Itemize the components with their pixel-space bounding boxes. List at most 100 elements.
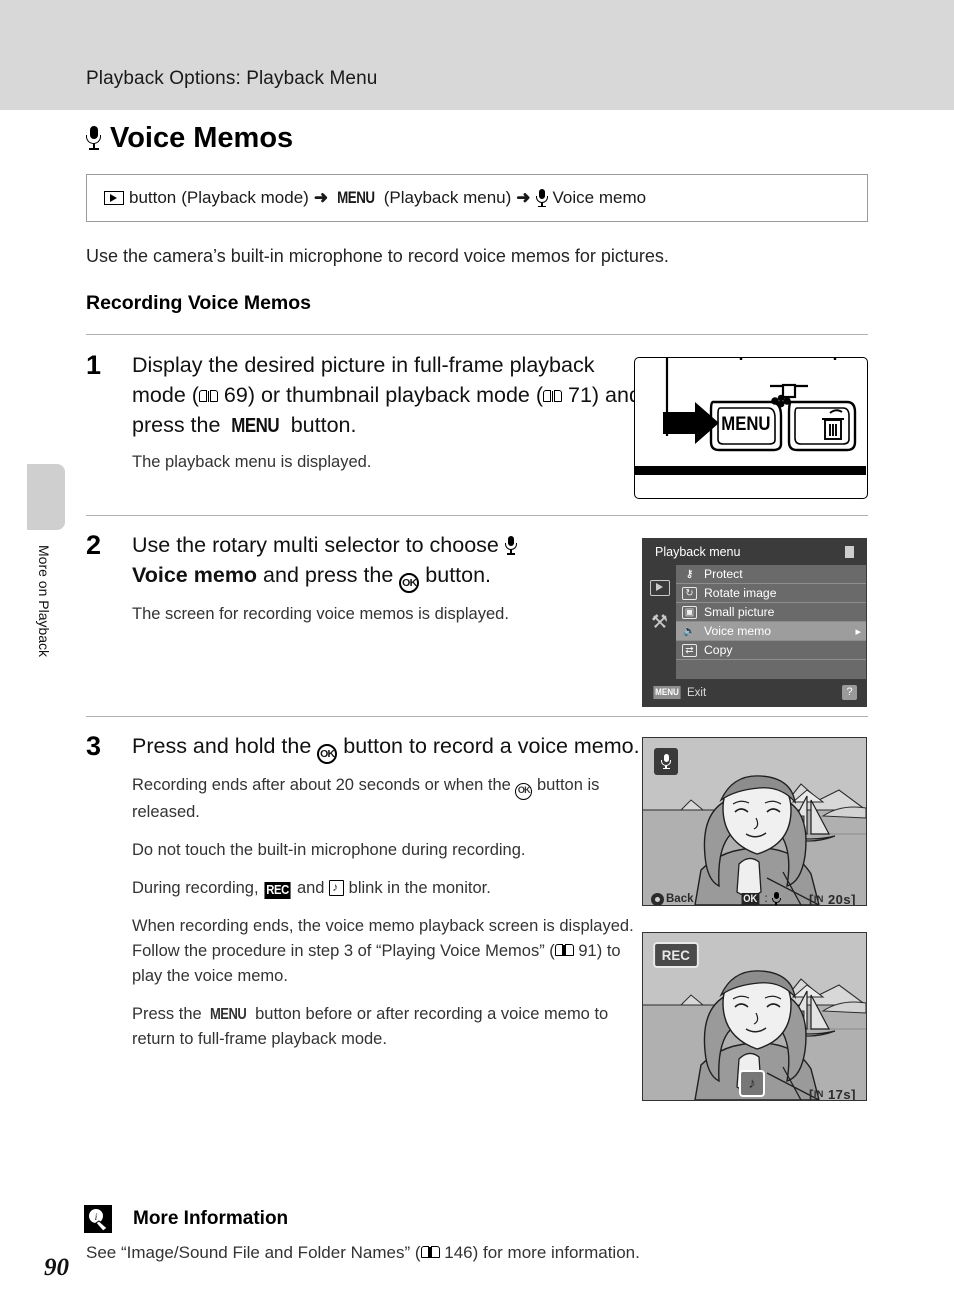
ok-button-icon-step2: OK [399,573,420,593]
right-arrow-icon-2: ➜ [516,188,531,207]
step-3-note-5: Press the MENU button before or after re… [132,1002,647,1052]
more-information-text-b: ) for more information. [472,1243,640,1262]
lcd-time-remaining-1: [IN 20s] [808,891,856,906]
step-3-note-2: Do not touch the built-in microphone dur… [132,841,526,859]
step-2-note: The screen for recording voice memos is … [132,605,509,623]
step-1-number: 1 [86,350,102,380]
page-title: Voice Memos [86,122,293,155]
microphone-icon-lcd [661,753,671,770]
figure-camera-back: MENU [634,357,868,499]
step-1-page-ref-1: 69 [223,383,248,407]
microphone-icon [86,126,101,151]
figure-lcd-recording: REC ♪ [IN 17s] [642,932,867,1101]
menu-item-small-picture[interactable]: ▣ Small picture [676,603,866,622]
step-3-note-1-a: Recording ends after about 20 seconds or… [132,776,516,794]
chapter-side-tab-label: More on Playback [36,545,52,658]
page-ref-book-icon [198,389,218,404]
menu-item-voice-memo-label: Voice memo [704,624,772,638]
more-information-title: More Information [133,1208,289,1229]
figure-menu-footer: MENU Exit ? [643,679,866,706]
step-3-note-3: During recording, REC and blink in the m… [132,876,647,901]
svg-text:MENU: MENU [721,413,770,434]
figure-menu-titlebar: Playback menu [643,539,866,565]
step-1-title: Display the desired picture in full-fram… [132,350,647,441]
microphone-icon-menu: 🔈 [683,625,696,637]
step-2-title: Use the rotary multi selector to choose … [132,530,647,593]
menu-button-icon-step1: MENU [231,414,280,437]
lcd-back-control[interactable]: Back [651,892,694,905]
divider-above-step-2 [86,515,868,516]
figure-playback-menu: Playback menu ⚒ ⚷ Protect ↻ Rotate image… [642,538,867,707]
menu-item-voice-memo[interactable]: 🔈 Voice memo ▸ [676,622,866,641]
ok-badge-icon: OK [741,893,759,905]
figure-menu-title: Playback menu [655,545,741,559]
lcd-note-badge: ♪ [739,1070,765,1097]
step-1-text-b: ) or thumbnail playback mode ( [247,383,543,407]
menu-item-copy-label: Copy [704,643,733,657]
step-1-page-ref-2: 71 [567,383,592,407]
page-title-text: Voice Memos [110,122,294,154]
menu-button-icon-note5: MENU [210,1006,247,1023]
menu-item-empty [676,660,866,679]
more-information-text: See “Image/Sound File and Folder Names” … [86,1243,846,1263]
battery-icon [845,546,854,558]
step-3-note-3-a: During recording, [132,879,264,897]
step-3-note-4: When recording ends, the voice memo play… [132,914,647,989]
more-information-page-ref: 146 [444,1243,473,1262]
help-icon[interactable]: ? [842,685,857,700]
path-playback-menu: (Playback menu) [383,188,512,207]
rotate-icon: ↻ [682,586,697,600]
lcd-time-prefix-1: IN [813,893,824,904]
lcd-ok-control[interactable]: OK : [740,892,781,905]
step-3-note-3-b: and [292,879,330,897]
menu-item-rotate-label: Rotate image [704,586,777,600]
menu-item-small-picture-label: Small picture [704,605,775,619]
path-button-word: button [129,188,177,207]
step-1-note: The playback menu is displayed. [132,453,372,471]
navigation-path-box: button (Playback mode) ➜ MENU (Playback … [86,174,868,222]
page-ref-book-icon-2 [543,389,562,404]
step-2-bold-term: Voice memo [132,563,258,587]
menu-item-rotate-image[interactable]: ↻ Rotate image [676,584,866,603]
chapter-side-tab [27,464,65,530]
microphone-icon-step2 [504,536,517,555]
figure-menu-list: ⚷ Protect ↻ Rotate image ▣ Small picture… [676,565,866,679]
key-icon: ⚷ [685,568,694,580]
step-3-note-5-a: Press the [132,1005,207,1023]
menu-item-protect-label: Protect [704,567,743,581]
small-picture-icon: ▣ [682,605,697,619]
menu-item-protect[interactable]: ⚷ Protect [676,565,866,584]
step-2-text-a: Use the rotary multi selector to choose [132,533,505,557]
divider-above-step-1 [86,334,868,335]
figure-menu-tab-setup[interactable]: ⚒ [643,605,676,639]
figure-menu-exit-label: Exit [686,686,707,699]
step-3-note-3-c: blink in the monitor. [344,879,491,897]
microphone-icon-lcd-ok [771,892,781,905]
ok-button-icon-step3: OK [317,744,338,764]
lcd-time-label-2: 17s [827,1086,852,1101]
step-3-number: 3 [86,731,102,761]
figure-menu-tab-playback[interactable] [643,571,676,605]
section-subheading: Recording Voice Memos [86,292,312,314]
intro-paragraph: Use the camera’s built-in microphone to … [86,246,669,266]
path-voice-memo: Voice memo [552,188,647,207]
lcd-back-label: Back [666,893,694,905]
figure-lcd-record-ready: Back OK : [IN 20s] [642,737,867,906]
menu-badge-icon: MENU [653,686,681,699]
step-2-text-c: button. [419,563,492,587]
lcd-time-prefix-2: IN [813,1088,824,1099]
rec-badge-icon: REC [264,882,291,899]
path-playback-mode: (Playback mode) [181,188,309,207]
playback-tab-icon [649,580,670,596]
step-2-number: 2 [86,530,102,560]
microphone-icon-path [535,188,548,208]
page-ref-book-icon-4 [420,1245,440,1260]
copy-icon: ⇄ [682,643,697,657]
menu-item-copy[interactable]: ⇄ Copy [676,641,866,660]
playback-button-icon [104,191,124,205]
ok-button-icon-note1: OK [515,783,533,800]
wrench-icon: ⚒ [650,611,669,633]
step-3-text-b: button to record a voice memo. [337,734,640,758]
lcd-ok-separator: : [764,893,768,905]
lcd-microphone-badge [654,748,678,775]
